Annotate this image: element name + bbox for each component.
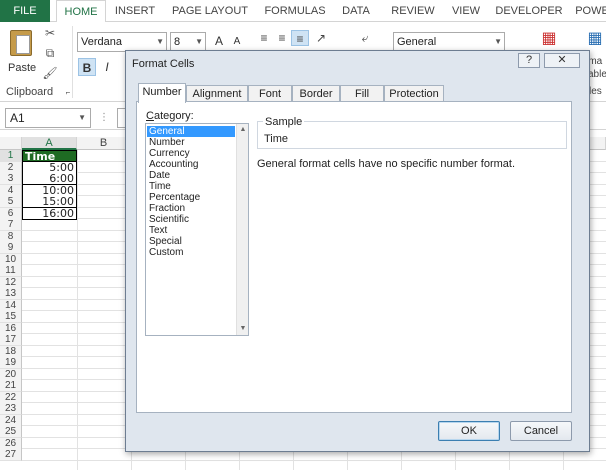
tab-file[interactable]: FILE	[0, 0, 50, 22]
list-item[interactable]: Text	[147, 225, 235, 236]
font-size-combo[interactable]: 8 ▼	[170, 32, 206, 52]
number-tab-panel: Category: General Number Currency Accoun…	[136, 101, 572, 413]
row-header[interactable]: 3	[0, 173, 22, 185]
list-item[interactable]: Number	[147, 137, 235, 148]
select-all-corner[interactable]	[0, 137, 22, 150]
ribbon-tab-bar: FILE HOME INSERT PAGE LAYOUT FORMULAS DA…	[0, 0, 606, 23]
shrink-font-button[interactable]: A	[228, 33, 246, 51]
format-cells-dialog: Format Cells ? ✕ Number Alignment Font B…	[125, 50, 590, 452]
sample-value: Time	[264, 133, 289, 145]
ok-button[interactable]: OK	[438, 421, 500, 441]
tab-protection[interactable]: Protection	[384, 85, 444, 102]
name-box-value: A1	[10, 111, 25, 125]
row-header[interactable]: 19	[0, 357, 22, 369]
paste-button[interactable]: Paste	[6, 28, 40, 84]
clipboard-group-label: Clipboard	[6, 86, 54, 98]
close-button[interactable]: ✕	[544, 53, 580, 68]
font-size-value: 8	[174, 36, 181, 48]
list-item[interactable]: Fraction	[147, 203, 235, 214]
list-item[interactable]: Percentage	[147, 192, 235, 203]
column-header[interactable]: A	[22, 137, 77, 150]
dialog-title: Format Cells	[132, 58, 195, 70]
list-item[interactable]: Special	[147, 236, 235, 247]
list-item[interactable]: Custom	[147, 247, 235, 258]
tab-developer[interactable]: DEVELOPER	[494, 0, 564, 22]
clipboard-icon	[10, 30, 32, 56]
row-header[interactable]: 7	[0, 219, 22, 231]
tab-view[interactable]: VIEW	[446, 0, 486, 22]
tab-border[interactable]: Border	[292, 85, 340, 102]
row-header[interactable]: 25	[0, 426, 22, 438]
row-header[interactable]: 5	[0, 196, 22, 208]
help-button[interactable]: ?	[518, 53, 540, 68]
row-header[interactable]: 11	[0, 265, 22, 277]
scroll-up-icon[interactable]: ▲	[237, 124, 249, 136]
category-list[interactable]: General Number Currency Accounting Date …	[145, 123, 249, 336]
copy-icon[interactable]: ⧉	[42, 46, 58, 60]
tab-power[interactable]: POWE	[572, 0, 606, 22]
row-header[interactable]: 23	[0, 403, 22, 415]
tab-alignment[interactable]: Alignment	[186, 85, 248, 102]
tab-home[interactable]: HOME	[56, 0, 106, 23]
cell-a6[interactable]: 16:00	[22, 208, 77, 220]
bold-button[interactable]: B	[78, 58, 96, 76]
formula-bar-grip-icon: ⋮	[99, 112, 109, 123]
conditional-formatting-icon[interactable]: ▦	[538, 28, 560, 50]
scroll-down-icon[interactable]: ▼	[237, 323, 249, 335]
row-header[interactable]: 27	[0, 449, 22, 461]
row-header[interactable]: 13	[0, 288, 22, 300]
list-item[interactable]: Currency	[147, 148, 235, 159]
chevron-down-icon: ▼	[195, 37, 203, 46]
row-header[interactable]: 9	[0, 242, 22, 254]
list-item[interactable]: General	[147, 126, 235, 137]
tab-insert[interactable]: INSERT	[110, 0, 160, 22]
tab-review[interactable]: REVIEW	[388, 0, 438, 22]
tab-page-layout[interactable]: PAGE LAYOUT	[168, 0, 252, 22]
orientation-icon[interactable]: ↗	[312, 30, 330, 46]
grow-font-button[interactable]: A	[210, 32, 228, 50]
cut-icon[interactable]: ✂	[42, 26, 58, 40]
chevron-down-icon: ▼	[156, 37, 164, 46]
italic-button[interactable]: I	[98, 58, 116, 76]
row-header[interactable]: 21	[0, 380, 22, 392]
list-item[interactable]: Date	[147, 170, 235, 181]
category-label: Category:	[146, 110, 194, 122]
column-header[interactable]: B	[77, 137, 131, 150]
tab-data[interactable]: DATA	[336, 0, 376, 22]
cancel-button[interactable]: Cancel	[510, 421, 572, 441]
row-header[interactable]: 15	[0, 311, 22, 323]
number-format-value: General	[397, 36, 437, 48]
tab-number[interactable]: Number	[138, 83, 186, 103]
align-middle-icon[interactable]: ≡	[273, 30, 291, 46]
name-box[interactable]: A1 ▼	[5, 108, 91, 128]
tab-fill[interactable]: Fill	[340, 85, 384, 102]
sample-title: Sample	[263, 116, 305, 128]
align-bottom-icon[interactable]: ≡	[291, 30, 309, 46]
category-scrollbar[interactable]: ▲ ▼	[236, 124, 248, 335]
list-item[interactable]: Accounting	[147, 159, 235, 170]
paste-label: Paste	[8, 62, 37, 74]
align-top-icon[interactable]: ≡	[255, 30, 273, 46]
close-icon: ✕	[557, 54, 567, 66]
wrap-text-icon[interactable]: ⤶	[356, 30, 374, 46]
font-name-value: Verdana	[81, 36, 122, 48]
format-description: General format cells have no specific nu…	[257, 158, 516, 170]
group-separator	[72, 26, 73, 98]
chevron-down-icon: ▼	[78, 113, 86, 122]
list-item[interactable]: Time	[147, 181, 235, 192]
dialog-launcher-icon[interactable]: ⌐	[60, 86, 76, 100]
format-as-table-icon[interactable]: ▦	[584, 28, 606, 50]
format-painter-icon[interactable]: 🖌	[42, 66, 58, 80]
gridline	[22, 460, 606, 461]
tab-font[interactable]: Font	[248, 85, 292, 102]
row-header[interactable]: 17	[0, 334, 22, 346]
tab-formulas[interactable]: FORMULAS	[260, 0, 330, 22]
font-name-combo[interactable]: Verdana ▼	[77, 32, 167, 52]
number-format-combo[interactable]: General ▼	[393, 32, 505, 52]
chevron-down-icon: ▼	[494, 37, 502, 46]
row-header[interactable]: 1	[0, 150, 22, 162]
list-item[interactable]: Scientific	[147, 214, 235, 225]
